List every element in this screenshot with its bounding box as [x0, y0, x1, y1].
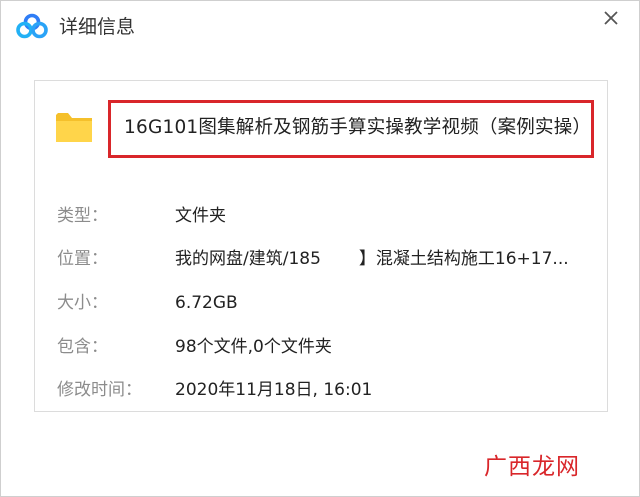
file-name: 16G101图集解析及钢筋手算实操教学视频（案例实操） — [124, 117, 592, 138]
property-value-size: 6.72GB — [175, 293, 238, 313]
property-row-modified: 修改时间： 2020年11月18日, 16:01 — [57, 375, 597, 405]
property-label-contains: 包含： — [57, 337, 108, 357]
property-row-location: 位置： 我的网盘/建筑/185 】混凝土结构施工16+17... — [57, 244, 597, 274]
dialog-title: 详细信息 — [59, 16, 136, 38]
details-panel: 16G101图集解析及钢筋手算实操教学视频（案例实操） 类型： 文件夹 位置： … — [34, 80, 608, 412]
location-path-part2: 】混凝土结构施工16+17... — [358, 249, 569, 269]
property-row-size: 大小： 6.72GB — [57, 288, 597, 318]
location-path-part1: 我的网盘/建筑/185 — [175, 249, 321, 269]
property-label-type: 类型： — [57, 206, 108, 226]
file-name-highlight: 16G101图集解析及钢筋手算实操教学视频（案例实操） — [108, 100, 594, 158]
watermark-text: 广西龙网 — [484, 454, 580, 480]
property-label-modified: 修改时间： — [57, 380, 142, 400]
property-row-contains: 包含： 98个文件,0个文件夹 — [57, 332, 597, 362]
details-dialog: 详细信息 16G101图集解析及钢筋手算实操教学视频（案例实操） 类型： 文件夹… — [0, 0, 640, 497]
property-row-type: 类型： 文件夹 — [57, 201, 597, 231]
property-label-size: 大小： — [57, 293, 108, 313]
folder-icon — [56, 113, 92, 142]
baidu-netdisk-cloud-icon — [16, 13, 48, 39]
property-value-modified: 2020年11月18日, 16:01 — [175, 380, 373, 400]
property-value-contains: 98个文件,0个文件夹 — [175, 337, 332, 357]
title-bar: 详细信息 — [1, 1, 639, 59]
property-value-location[interactable]: 我的网盘/建筑/185 】混凝土结构施工16+17... — [175, 244, 569, 274]
close-icon[interactable] — [598, 5, 624, 31]
property-label-location: 位置： — [57, 249, 108, 269]
property-value-type: 文件夹 — [175, 206, 226, 226]
